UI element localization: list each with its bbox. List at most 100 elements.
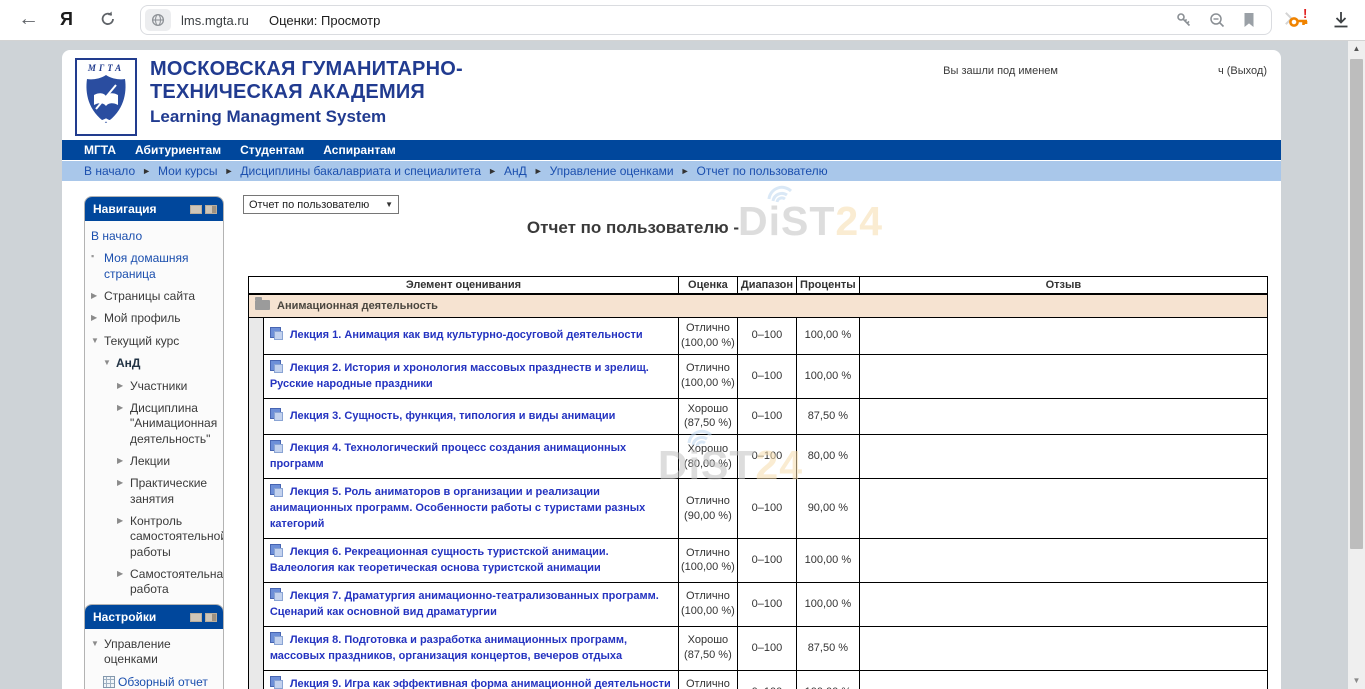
feedback-cell bbox=[859, 435, 1267, 479]
sidebar-item[interactable]: Обзорный отчет bbox=[91, 675, 219, 689]
zoom-icon[interactable] bbox=[1208, 11, 1226, 29]
settings-block-body: ▼Управление оценкамиОбзорный отчетОтчет … bbox=[85, 629, 223, 689]
academy-logo[interactable]: МГТА bbox=[75, 58, 137, 136]
sidebar-item[interactable]: ▼Текущий курс bbox=[91, 334, 219, 349]
grade-item-link[interactable]: Лекция 5. Роль аниматоров в организации … bbox=[270, 486, 646, 530]
scroll-up-button[interactable]: ▲ bbox=[1348, 41, 1365, 57]
breadcrumb-link[interactable]: Отчет по пользователю bbox=[697, 164, 828, 178]
grade-item-link[interactable]: Лекция 9. Игра как эффективная форма ани… bbox=[270, 678, 671, 689]
sidebar-item[interactable]: ▼АнД bbox=[91, 356, 219, 371]
breadcrumb-link[interactable]: Мои курсы bbox=[158, 164, 217, 178]
tree-collapsed-icon[interactable]: ▶ bbox=[91, 289, 104, 304]
scroll-down-button[interactable]: ▼ bbox=[1348, 673, 1365, 689]
report-type-select[interactable]: Отчет по пользователю ▼ bbox=[243, 195, 399, 214]
sidebar-item[interactable]: ▶Контроль самостоятельной работы bbox=[91, 514, 219, 560]
dock-block-icon[interactable] bbox=[205, 613, 217, 622]
sidebar-item[interactable]: ▶Практические занятия bbox=[91, 476, 219, 507]
download-button[interactable] bbox=[1330, 9, 1352, 36]
report-icon bbox=[103, 676, 115, 688]
nav-item[interactable]: Студентам bbox=[240, 143, 304, 157]
grade-item-link[interactable]: Лекция 3. Сущность, функция, типология и… bbox=[290, 410, 616, 422]
table-row: Лекция 6. Рекреационная сущность туристс… bbox=[249, 538, 1268, 582]
page-url[interactable]: lms.mgta.ru bbox=[181, 13, 249, 28]
alert-badge: ! bbox=[1303, 6, 1307, 21]
grade-item-link[interactable]: Лекция 6. Рекреационная сущность туристс… bbox=[270, 546, 609, 574]
hide-block-icon[interactable] bbox=[190, 205, 202, 214]
grade-item-link[interactable]: Лекция 1. Анимация как вид культурно-дос… bbox=[290, 329, 643, 341]
address-bar[interactable]: lms.mgta.ru Оценки: Просмотр bbox=[140, 5, 1272, 35]
nav-item[interactable]: Аспирантам bbox=[323, 143, 396, 157]
breadcrumb-link[interactable]: Управление оценками bbox=[550, 164, 674, 178]
tree-expanded-icon[interactable]: ▼ bbox=[91, 637, 104, 668]
sidebar-item[interactable]: ▶Лекции bbox=[91, 454, 219, 469]
report-heading: Отчет по пользователю - bbox=[248, 218, 1268, 238]
sidebar-item[interactable]: ▪Моя домашняя страница bbox=[91, 251, 219, 282]
feedback-cell bbox=[859, 398, 1267, 435]
back-button[interactable]: ← bbox=[18, 7, 39, 31]
password-key-icon[interactable] bbox=[1175, 11, 1193, 29]
sidebar-item[interactable]: ▶Страницы сайта bbox=[91, 289, 219, 304]
breadcrumb-separator-icon: ► bbox=[224, 166, 233, 176]
logout-link[interactable]: ч (Выход) bbox=[1218, 65, 1267, 77]
site-badge[interactable] bbox=[145, 9, 171, 31]
grade-percent-label: (80,00 %) bbox=[681, 457, 735, 472]
extension-key-button[interactable]: ! bbox=[1288, 9, 1310, 36]
navigation-block-body: В начало ▪Моя домашняя страница ▶Страницы … bbox=[85, 221, 223, 637]
item-name-cell: Лекция 7. Драматургия анимационно-театра… bbox=[263, 582, 678, 626]
quiz-icon bbox=[270, 632, 283, 645]
sidebar-item[interactable]: ▶Участники bbox=[91, 379, 219, 394]
table-header-row: Элемент оцениванияОценкаДиапазонПроценты… bbox=[249, 277, 1268, 295]
grade-label: Отлично bbox=[681, 494, 735, 509]
grade-table-body: Элемент оцениванияОценкаДиапазонПроценты… bbox=[249, 277, 1268, 689]
sidebar-item[interactable]: ▼Управление оценками bbox=[91, 637, 219, 668]
item-name-cell: Лекция 4. Технологический процесс создан… bbox=[263, 435, 678, 479]
sidebar-item-label: Участники bbox=[130, 379, 187, 394]
grade-cell: Отлично(100,00 %) bbox=[678, 354, 737, 398]
grade-item-link[interactable]: Лекция 7. Драматургия анимационно-театра… bbox=[270, 590, 659, 618]
sidebar-item[interactable]: ▶Самостоятельная работа bbox=[91, 567, 219, 598]
indent-cell bbox=[249, 670, 264, 689]
grade-item-link[interactable]: Лекция 4. Технологический процесс создан… bbox=[270, 442, 626, 470]
breadcrumb-link[interactable]: АнД bbox=[504, 164, 527, 178]
folder-icon bbox=[255, 300, 270, 310]
nav-item[interactable]: МГТА bbox=[84, 143, 116, 157]
indent-cell bbox=[249, 318, 264, 355]
tree-collapsed-icon[interactable]: ▶ bbox=[117, 476, 130, 507]
nav-item[interactable]: Абитуриентам bbox=[135, 143, 221, 157]
grade-cell: Хорошо(87,50 %) bbox=[678, 398, 737, 435]
sidebar-item-label: Управление оценками bbox=[104, 637, 219, 668]
scrollbar-thumb[interactable] bbox=[1350, 59, 1363, 549]
browser-logo[interactable]: Я bbox=[60, 9, 73, 30]
hide-block-icon[interactable] bbox=[190, 613, 202, 622]
grade-item-link[interactable]: Лекция 8. Подготовка и разработка анимац… bbox=[270, 634, 627, 662]
table-row: Лекция 2. История и хронология массовых … bbox=[249, 354, 1268, 398]
tree-collapsed-icon[interactable]: ▶ bbox=[117, 514, 130, 560]
item-name-cell: Лекция 2. История и хронология массовых … bbox=[263, 354, 678, 398]
grade-item-link[interactable]: Лекция 2. История и хронология массовых … bbox=[270, 362, 649, 390]
tree-collapsed-icon[interactable]: ▶ bbox=[117, 401, 130, 447]
grade-cell: Отлично(100,00 %) bbox=[678, 670, 737, 689]
tree-expanded-icon[interactable]: ▼ bbox=[103, 356, 116, 371]
category-label: Анимационная деятельность bbox=[277, 300, 438, 312]
sidebar-item[interactable]: ▶Мой профиль bbox=[91, 311, 219, 326]
indent-cell bbox=[249, 398, 264, 435]
dock-block-icon[interactable] bbox=[205, 205, 217, 214]
quiz-icon bbox=[270, 544, 283, 557]
breadcrumb-link[interactable]: В начало bbox=[84, 164, 135, 178]
bookmark-icon[interactable] bbox=[1241, 11, 1257, 29]
refresh-button[interactable] bbox=[99, 10, 117, 33]
grade-percent-label: (100,00 %) bbox=[681, 560, 735, 575]
tree-collapsed-icon[interactable]: ▶ bbox=[117, 454, 130, 469]
percent-cell: 100,00 % bbox=[797, 318, 860, 355]
quiz-icon bbox=[270, 484, 283, 497]
sidebar-item[interactable]: ▶Дисциплина "Анимационная деятельность" bbox=[91, 401, 219, 447]
item-name-cell: Лекция 1. Анимация как вид культурно-дос… bbox=[263, 318, 678, 355]
breadcrumb-link[interactable]: Дисциплины бакалавриата и специалитета bbox=[240, 164, 481, 178]
tree-expanded-icon[interactable]: ▼ bbox=[91, 334, 104, 349]
grade-report-table: Элемент оцениванияОценкаДиапазонПроценты… bbox=[248, 276, 1268, 689]
tree-collapsed-icon[interactable]: ▶ bbox=[91, 311, 104, 326]
tree-collapsed-icon[interactable]: ▶ bbox=[117, 567, 130, 598]
sidebar-item[interactable]: В начало bbox=[91, 229, 219, 244]
tree-collapsed-icon[interactable]: ▶ bbox=[117, 379, 130, 394]
quiz-icon bbox=[270, 588, 283, 601]
